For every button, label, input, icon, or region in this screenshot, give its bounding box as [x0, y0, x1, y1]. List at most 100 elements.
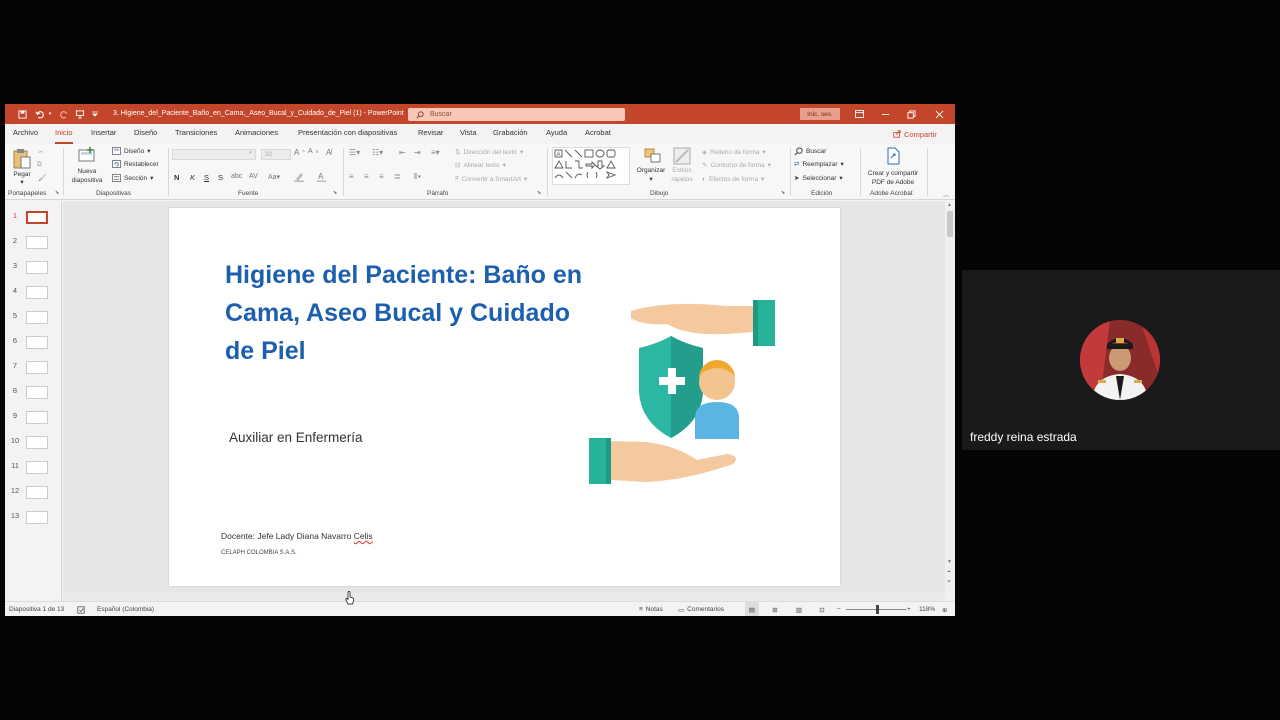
- slide-thumbnail-1[interactable]: 1: [5, 209, 62, 229]
- slide-thumbnail-8[interactable]: 8: [5, 384, 62, 404]
- cut-icon[interactable]: ✂: [38, 148, 43, 156]
- slide-thumbnail-6[interactable]: 6: [5, 334, 62, 354]
- bold-button[interactable]: N: [174, 173, 179, 182]
- tab-archivo[interactable]: Archivo: [13, 124, 38, 144]
- find-button[interactable]: Buscar: [794, 147, 826, 156]
- new-slide-button[interactable]: Nueva diapositiva: [67, 167, 107, 185]
- scroll-down-icon[interactable]: ▼: [947, 559, 952, 565]
- slide-thumbnail-image[interactable]: [26, 386, 48, 399]
- zoom-in-icon[interactable]: +: [907, 602, 911, 616]
- customize-toolbar-icon[interactable]: [91, 104, 99, 124]
- normal-view-icon[interactable]: ▤: [745, 602, 759, 616]
- slide-thumbnail-image[interactable]: [26, 486, 48, 499]
- section-button[interactable]: Sección ▾: [112, 174, 153, 182]
- slide-thumbnail-image[interactable]: [26, 361, 48, 374]
- increase-font-icon[interactable]: A ^: [294, 148, 305, 157]
- dialog-launcher-icon[interactable]: ⬊: [781, 190, 785, 196]
- numbering-icon[interactable]: ☷▾: [372, 148, 383, 157]
- paste-dropdown-icon[interactable]: ▾: [8, 178, 36, 187]
- new-slide-icon[interactable]: [78, 147, 96, 163]
- share-button[interactable]: Compartir: [893, 127, 947, 141]
- shadow-button[interactable]: S: [218, 173, 223, 182]
- slide-title[interactable]: Higiene del Paciente: Baño en Cama, Aseo…: [225, 256, 585, 370]
- bullets-icon[interactable]: ☰▾: [349, 148, 360, 157]
- slide-1[interactable]: Higiene del Paciente: Baño en Cama, Aseo…: [169, 208, 840, 586]
- comments-button[interactable]: ▭ Comentarios: [678, 602, 724, 616]
- reading-view-icon[interactable]: ▥: [792, 602, 806, 616]
- align-text-button[interactable]: ⊟ Alinear texto ▾: [455, 161, 506, 170]
- undo-icon[interactable]: [33, 104, 47, 124]
- tab-inicio[interactable]: Inicio: [55, 124, 73, 144]
- slide-thumbnail-image[interactable]: [26, 261, 48, 274]
- replace-button[interactable]: ⇄ Reemplazar ▾: [794, 160, 844, 169]
- search-input[interactable]: Buscar: [408, 108, 625, 121]
- tab-grabacion[interactable]: Grabación: [493, 124, 528, 144]
- layout-button[interactable]: Diseño ▾: [112, 147, 151, 155]
- character-spacing-icon[interactable]: AV: [249, 173, 258, 180]
- slide-thumbnail-image[interactable]: [26, 286, 48, 299]
- smartart-button[interactable]: ⌗ Convertir a SmartArt ▾: [455, 175, 527, 183]
- decrease-indent-icon[interactable]: ⇤: [399, 148, 406, 157]
- close-icon[interactable]: [931, 104, 947, 124]
- chevron-down-icon[interactable]: ▾: [249, 150, 252, 156]
- clear-formatting-icon[interactable]: A̸: [326, 148, 331, 157]
- columns-icon[interactable]: ⫴▾: [414, 172, 421, 182]
- highlight-icon[interactable]: [294, 172, 308, 182]
- tab-insertar[interactable]: Insertar: [91, 124, 116, 144]
- minimize-icon[interactable]: [877, 104, 893, 124]
- tab-vista[interactable]: Vista: [460, 124, 477, 144]
- notes-button[interactable]: ≡ Notas: [639, 602, 663, 616]
- ribbon-display-options-icon[interactable]: [852, 104, 866, 124]
- slide-organization[interactable]: CELAPH COLOMBIA S.A.S.: [221, 550, 297, 556]
- arrange-icon[interactable]: [643, 147, 663, 165]
- create-pdf-button[interactable]: Crear y compartir PDF de Adobe: [863, 169, 923, 187]
- dialog-launcher-icon[interactable]: ⬊: [55, 190, 59, 196]
- tab-presentacion[interactable]: Presentación con diapositivas: [298, 124, 397, 144]
- zoom-slider[interactable]: [846, 602, 906, 616]
- participant-tile[interactable]: freddy reina estrada: [962, 270, 1280, 450]
- align-center-icon[interactable]: ≡: [364, 172, 369, 181]
- font-color-icon[interactable]: A: [317, 172, 331, 182]
- redo-icon[interactable]: [57, 104, 71, 124]
- horizontal-scrollbar[interactable]: [63, 592, 945, 601]
- collapse-ribbon-icon[interactable]: ︿: [943, 190, 949, 199]
- italic-button[interactable]: K: [190, 173, 195, 182]
- chevron-down-icon[interactable]: ▾: [47, 104, 53, 124]
- slide-thumbnail-12[interactable]: 12: [5, 484, 62, 504]
- shapes-gallery[interactable]: A: [552, 147, 630, 185]
- sign-in-button[interactable]: Inic. ses.: [800, 108, 840, 120]
- slide-thumbnail-image[interactable]: [26, 236, 48, 249]
- strikethrough-icon[interactable]: abc: [231, 173, 242, 180]
- save-icon[interactable]: [15, 104, 29, 124]
- slide-thumbnail-2[interactable]: 2: [5, 234, 62, 254]
- slide-thumbnail-9[interactable]: 9: [5, 409, 62, 429]
- slideshow-view-icon[interactable]: ⊡: [815, 602, 829, 616]
- increase-indent-icon[interactable]: ⇥: [414, 148, 421, 157]
- quick-styles-icon[interactable]: [673, 147, 691, 165]
- tab-acrobat[interactable]: Acrobat: [585, 124, 611, 144]
- language-indicator[interactable]: Español (Colombia): [97, 602, 154, 616]
- scrollbar-thumb[interactable]: [947, 211, 953, 237]
- align-left-icon[interactable]: ≡: [349, 172, 354, 181]
- slide-thumbnail-7[interactable]: 7: [5, 359, 62, 379]
- line-spacing-icon[interactable]: ≡▾: [431, 148, 440, 157]
- decrease-font-icon[interactable]: Av: [308, 148, 318, 155]
- slide-thumbnail-13[interactable]: 13: [5, 509, 62, 529]
- underline-button[interactable]: S: [204, 173, 209, 182]
- slide-thumbnail-10[interactable]: 10: [5, 434, 62, 454]
- reset-button[interactable]: Restablecer: [112, 160, 159, 168]
- paste-icon[interactable]: [12, 146, 34, 172]
- zoom-slider-thumb[interactable]: [876, 605, 879, 614]
- patient-care-illustration[interactable]: [587, 296, 777, 488]
- slide-thumbnail-image[interactable]: [26, 411, 48, 424]
- justify-icon[interactable]: ≣: [394, 172, 401, 181]
- vertical-scrollbar[interactable]: ▲ ▼ ⏶ ⏷: [945, 201, 955, 601]
- shape-outline-button[interactable]: ✎ Contorno de forma ▾: [702, 161, 771, 170]
- copy-icon[interactable]: ⧉: [37, 161, 42, 169]
- font-family-select[interactable]: [172, 149, 256, 160]
- slide-thumbnail-image[interactable]: [26, 436, 48, 449]
- slide-thumbnail-4[interactable]: 4: [5, 284, 62, 304]
- tab-animaciones[interactable]: Animaciones: [235, 124, 278, 144]
- align-right-icon[interactable]: ≡: [379, 172, 384, 181]
- select-button[interactable]: ➤ Seleccionar ▾: [794, 174, 843, 183]
